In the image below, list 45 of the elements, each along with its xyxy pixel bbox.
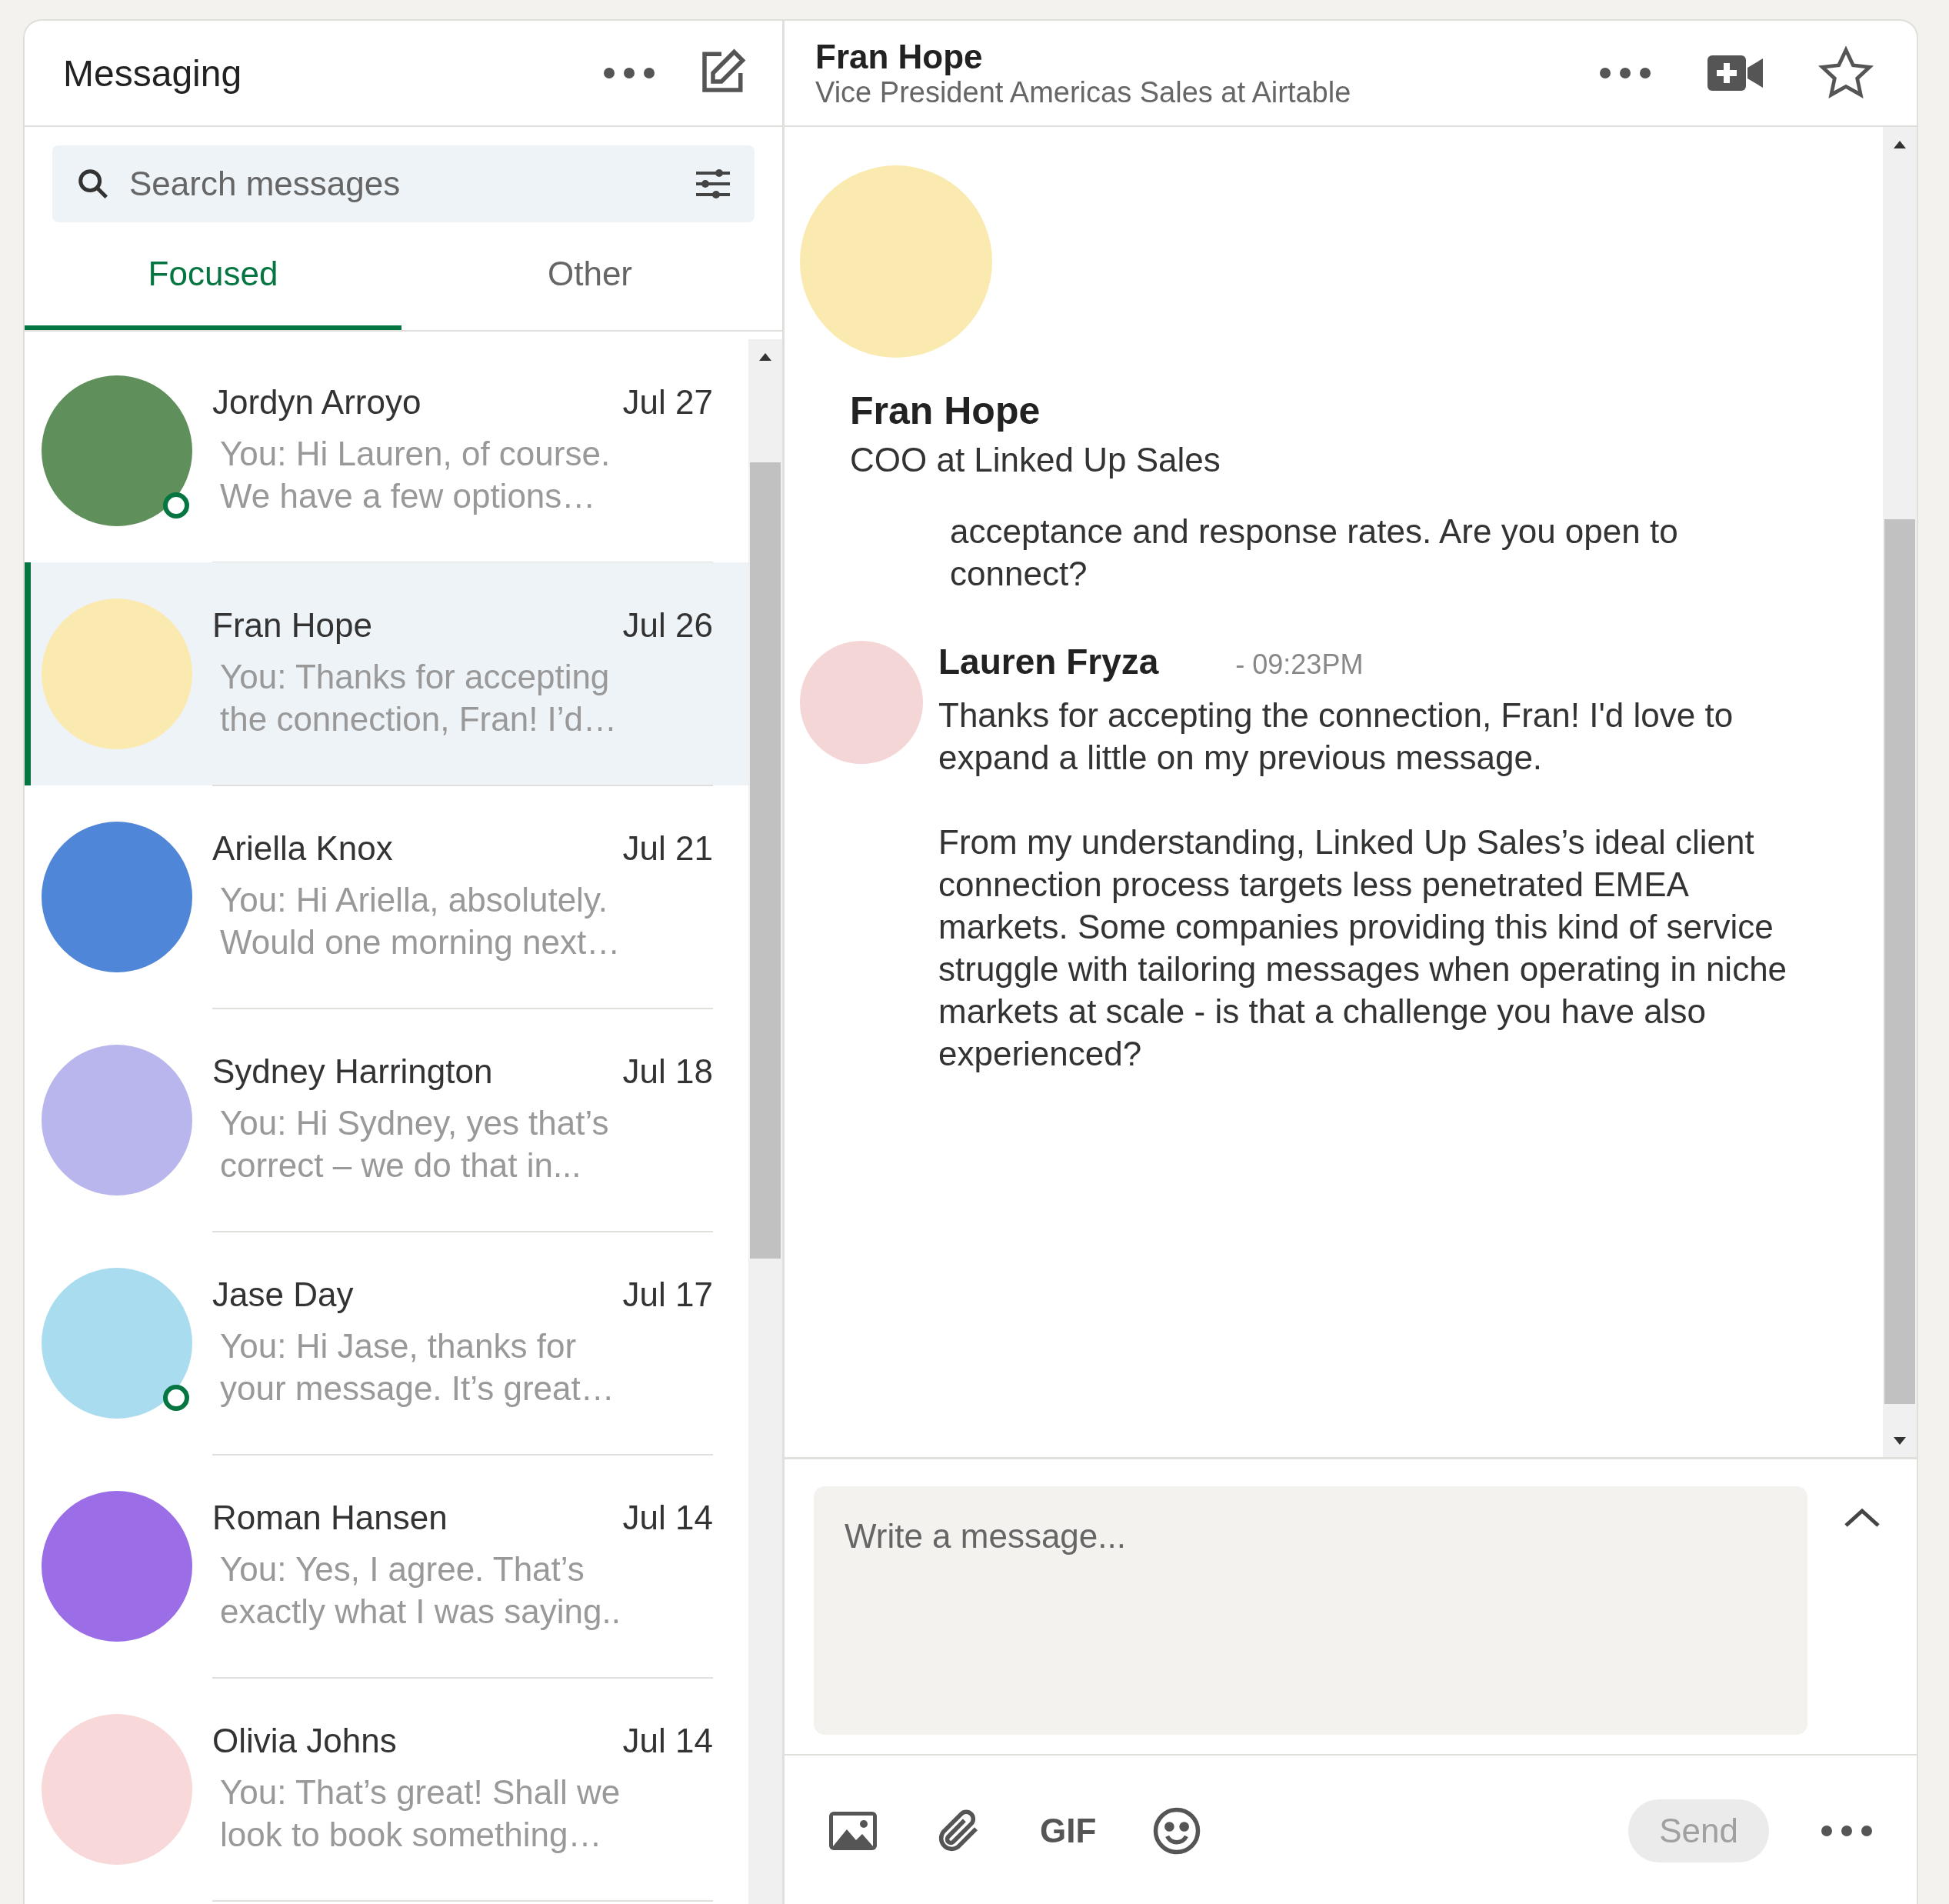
message-preview: You: Hi Lauren, of course. We have a few options… [219, 434, 611, 516]
message-preview: You: Hi Ariella, absolutely. Would one morning next… [219, 880, 621, 962]
conversation-item[interactable]: Roman Hansen Jul 14 You: Yes, I agree. That’s exactly what I was saying.. [25, 1455, 748, 1678]
conversation-item[interactable]: Sydney Harrington Jul 18 You: Hi Sydney, yes that’s correct – we do that in... [25, 1009, 748, 1232]
contact-name: Sydney Harrington [212, 1052, 493, 1091]
contact-name: Jase Day [212, 1275, 354, 1314]
message-date: Jul 27 [622, 383, 713, 422]
scrollbar[interactable] [1883, 127, 1917, 1457]
conversation-item[interactable]: Jordyn Arroyo Jul 27 You: Hi Lauren, of course. We have a few options… [25, 339, 748, 562]
message-text: Thanks for accepting the connection, Fran! I'd love to expand a little on my previous message. [938, 695, 1734, 778]
message-preview: You: Yes, I agree. That’s exactly what I was saying.. [219, 1549, 621, 1632]
contact-name: Olivia Johns [212, 1722, 397, 1760]
contact-name: Roman Hansen [212, 1499, 448, 1537]
contact-name: Fran Hope [212, 606, 372, 645]
panel-title: Messaging [63, 52, 243, 95]
profile-headline: COO at Linked Up Sales [850, 441, 1221, 479]
message-preview: You: Hi Jase, thanks for your message. It’s great… [219, 1326, 615, 1409]
contact-name: Fran Hope [815, 37, 984, 76]
contact-headline: Vice President Americas Sales at Airtable [815, 75, 1352, 109]
message-date: Jul 14 [622, 1722, 713, 1760]
message-date: Jul 18 [622, 1052, 713, 1091]
message-date: Jul 21 [622, 829, 713, 868]
message-input[interactable]: Write a message... [814, 1486, 1807, 1735]
profile-name: Fran Hope [850, 388, 1041, 433]
message-date: Jul 17 [622, 1275, 713, 1314]
conversation-item[interactable]: Olivia Johns Jul 14 You: That’s great! Shall we look to book something… [25, 1678, 748, 1901]
scrollbar[interactable] [748, 339, 782, 1904]
contact-name: Jordyn Arroyo [212, 383, 421, 422]
message-date: Jul 26 [622, 606, 713, 645]
search-field[interactable]: Search messages [52, 145, 755, 222]
message-text: acceptance and response rates. Are you open to connect? [950, 512, 1679, 594]
message-date: Jul 14 [622, 1499, 713, 1537]
message-preview: You: That’s great! Shall we look to book something… [219, 1772, 621, 1855]
conversation-item[interactable]: Jase Day Jul 17 You: Hi Jase, thanks for your message. It’s great… [25, 1232, 748, 1455]
message-time: - 09:23PM [1235, 649, 1364, 681]
gif-button[interactable]: GIF [1035, 1810, 1101, 1851]
sender-name: Lauren Fryza [938, 641, 1159, 682]
message-text: From my understanding, Linked Up Sales’s ideal client connection process targets less penetrated EMEA markets. Some companies providing this kind of service struggle with tailoring messages when operating in niche markets at scale - is that a challenge you have also experienced? [938, 822, 1788, 1074]
conversation-item[interactable]: Ariella Knox Jul 21 You: Hi Ariella, absolutely. Would one morning next… [25, 785, 748, 1009]
message-preview: You: Hi Sydney, yes that’s correct – we do that in... [219, 1103, 610, 1185]
tab[interactable]: Focused [25, 222, 401, 330]
message-preview: You: Thanks for accepting the connection, Fran! I’d… [219, 657, 618, 739]
tab[interactable]: Other [401, 222, 778, 330]
contact-name: Ariella Knox [212, 829, 393, 868]
conversation-item[interactable]: Fran Hope Jul 26 You: Thanks for accepting the connection, Fran! I’d… [25, 562, 748, 785]
